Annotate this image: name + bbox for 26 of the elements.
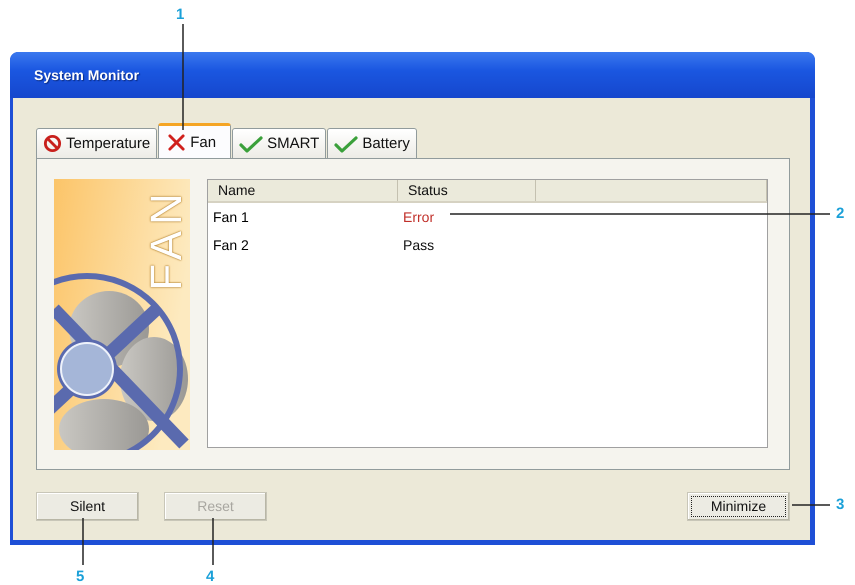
tab[interactable]: Temperature	[36, 128, 158, 158]
status-cell-text: Error	[402, 209, 436, 225]
banner-label: FAN	[144, 187, 189, 291]
tab[interactable]: SMART	[232, 128, 326, 158]
table-cell-text: Fan 2	[212, 237, 250, 253]
leader-line	[791, 504, 831, 506]
callout-number: 4	[206, 568, 214, 585]
prohibited-icon	[43, 134, 62, 153]
callout-number: 1	[176, 6, 184, 23]
window-title: System Monitor	[34, 67, 140, 83]
status-cell-text: Pass	[402, 237, 436, 253]
action-button[interactable]: Minimize	[687, 492, 790, 520]
checkmark-icon	[239, 134, 264, 152]
tab[interactable]: Fan	[158, 123, 232, 159]
cross-icon	[167, 133, 186, 152]
column-header[interactable]: Name	[208, 180, 398, 201]
table-cell-text: Fan 1	[212, 209, 250, 225]
checkmark-icon	[334, 134, 358, 152]
callout-number: 2	[836, 205, 844, 222]
tab[interactable]: Battery	[327, 128, 417, 158]
callout-number: 5	[76, 568, 84, 585]
leader-line	[82, 517, 84, 566]
leader-line	[212, 517, 214, 566]
action-button[interactable]: Silent	[36, 492, 139, 520]
callout-number: 3	[836, 496, 844, 513]
column-header[interactable]: Status	[398, 180, 536, 201]
